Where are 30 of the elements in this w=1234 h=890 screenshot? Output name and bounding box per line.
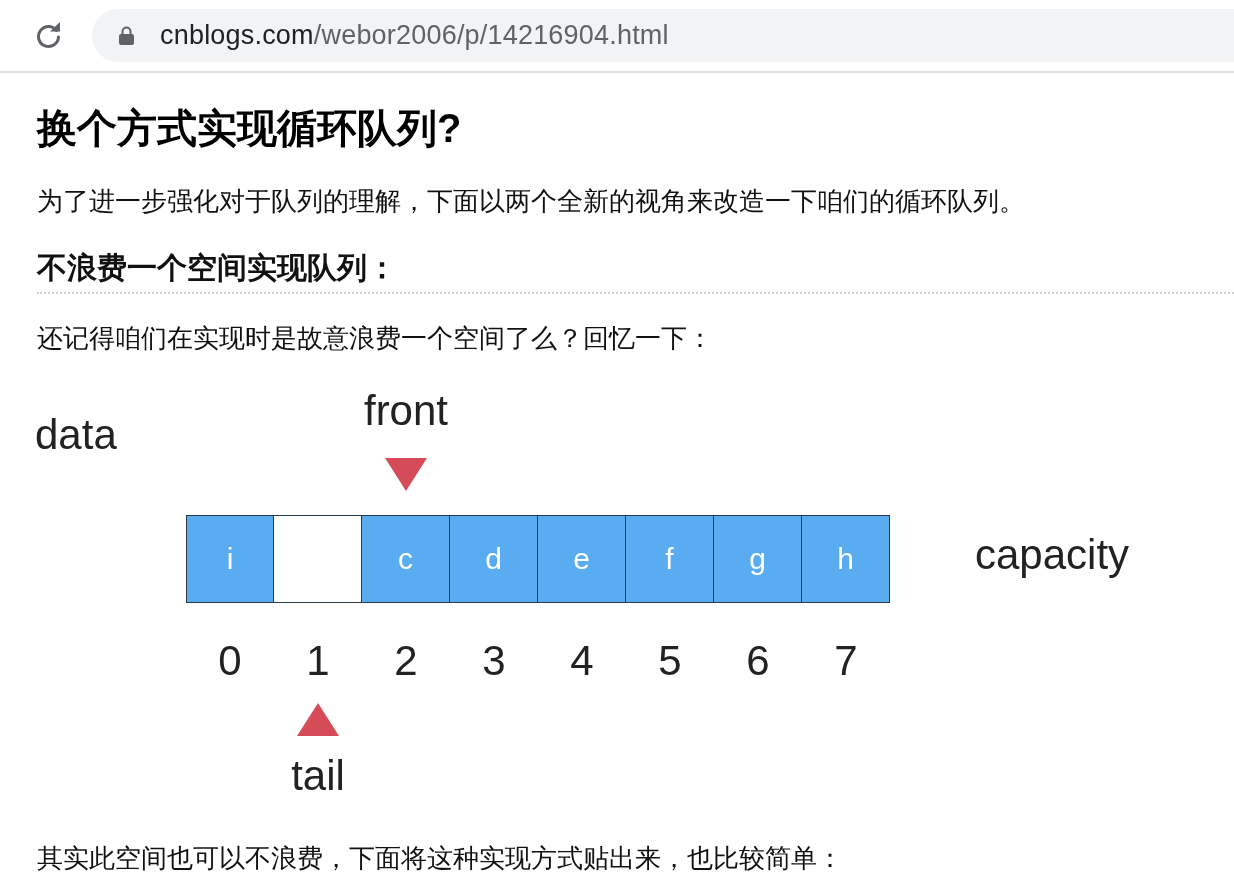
index-label: 3 — [482, 638, 506, 684]
index-label: 6 — [746, 638, 770, 684]
array-cell: g — [714, 515, 802, 603]
index-label: 7 — [834, 638, 858, 684]
index-label: 4 — [570, 638, 594, 684]
index-label: 1 — [306, 638, 330, 684]
reload-icon[interactable] — [35, 22, 62, 49]
triangle-up-icon — [297, 703, 339, 736]
pointer-label: tail — [291, 753, 345, 799]
array-cell: f — [626, 515, 714, 603]
url-text: cnblogs.com/webor2006/p/14216904.html — [160, 20, 669, 51]
intro-paragraph: 为了进一步强化对于队列的理解，下面以两个全新的视角来改造一下咱们的循环队列。 — [37, 185, 1026, 218]
section-heading: 不浪费一个空间实现队列： — [37, 250, 397, 286]
array-cell: h — [802, 515, 890, 603]
array-label: data — [35, 412, 117, 458]
article-title: 换个方式实现循环队列? — [37, 105, 463, 152]
array-cell: i — [186, 515, 274, 603]
capacity-label: capacity — [975, 532, 1130, 578]
address-bar[interactable]: cnblogs.com/webor2006/p/14216904.html — [92, 9, 1234, 62]
array-cell: d — [450, 515, 538, 603]
array-cell: c — [362, 515, 450, 603]
pointer-label: front — [363, 388, 448, 433]
array-cell: e — [538, 515, 626, 603]
lock-icon — [119, 26, 134, 45]
index-label: 5 — [658, 638, 682, 684]
index-label: 0 — [218, 638, 242, 684]
index-label: 2 — [394, 638, 418, 684]
recall-paragraph: 还记得咱们在实现时是故意浪费一个空间了么？回忆一下： — [37, 322, 714, 355]
closing-paragraph: 其实此空间也可以不浪费，下面将这种实现方式贴出来，也比较简单： — [37, 842, 844, 875]
triangle-down-icon — [385, 458, 427, 491]
